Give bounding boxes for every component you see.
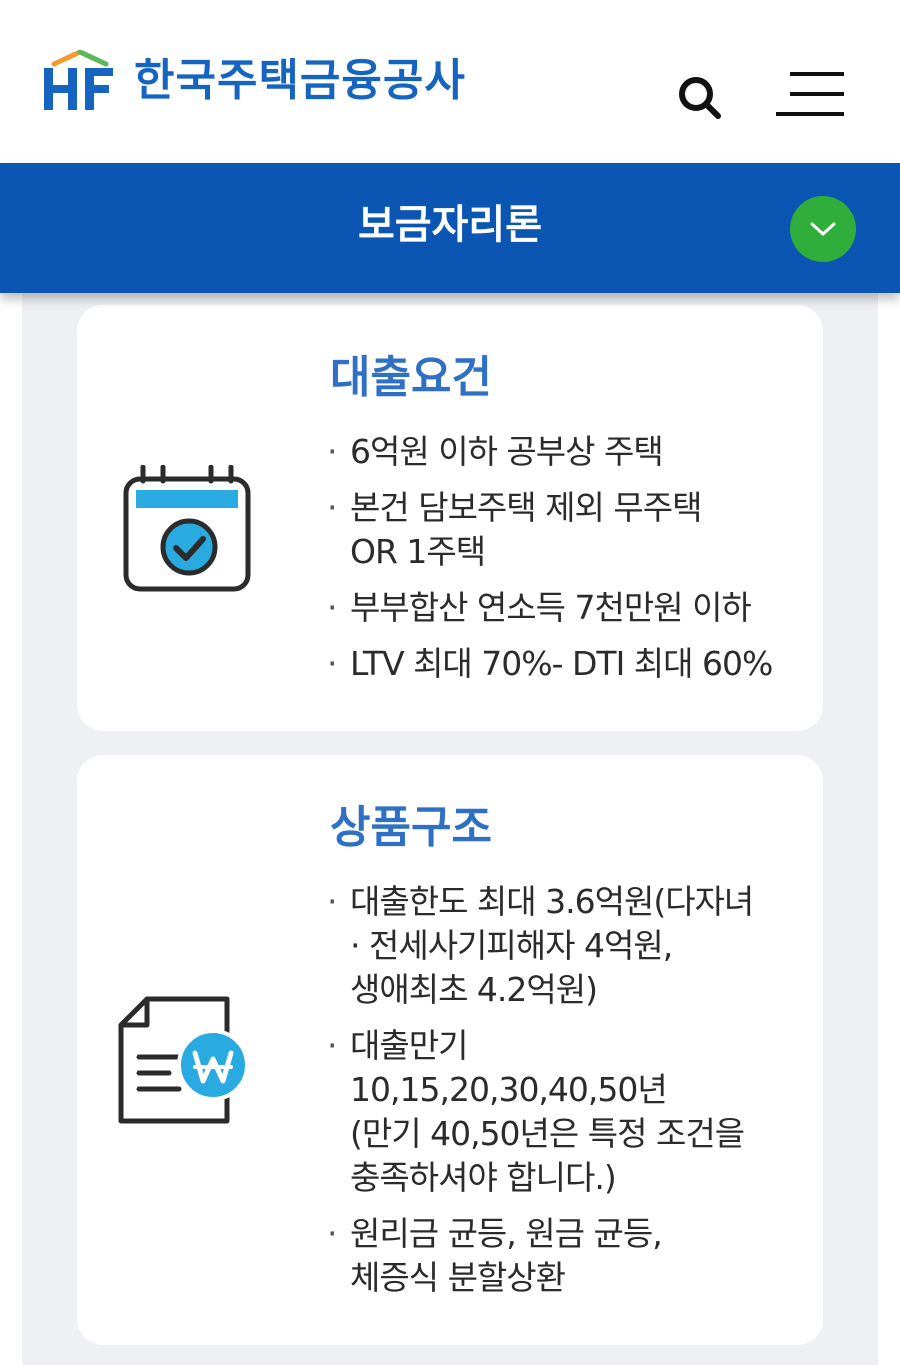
section-dropdown-button[interactable]: [790, 196, 856, 262]
app-header: HF 한국주택금융공사: [0, 0, 900, 163]
list-item: 대출한도 최대 3.6억원(다자녀 · 전세사기피해자 4억원, 생애최초 4.…: [325, 880, 795, 1012]
card-loan-requirements: 대출요건 6억원 이하 공부상 주택 본건 담보주택 제외 무주택 OR 1주택…: [77, 305, 823, 731]
org-name: 한국주택금융공사: [134, 55, 466, 106]
list-item-text: 부부합산 연소득 7천만원 이하: [350, 588, 752, 627]
hamburger-menu-icon: [776, 72, 844, 116]
list-item-text: 생애최초 4.2억원): [350, 970, 598, 1009]
list-item: 본건 담보주택 제외 무주택 OR 1주택: [325, 486, 795, 574]
section-bar: 보금자리론: [0, 163, 900, 293]
list-item-text: 6억원 이하 공부상 주택: [350, 432, 664, 471]
list-item-text: LTV 최대 70%- DTI 최대 60%: [350, 644, 773, 683]
list-item-text: 원리금 균등, 원금 균등,: [350, 1214, 663, 1253]
product-structure-list: 대출한도 최대 3.6억원(다자녀 · 전세사기피해자 4억원, 생애최초 4.…: [325, 880, 795, 1312]
card-title: 대출요건: [330, 352, 492, 403]
card-product-structure: 상품구조 대출한도 최대 3.6억원(다자녀 · 전세사기피해자 4억원, 생애…: [77, 755, 823, 1345]
requirements-list: 6억원 이하 공부상 주택 본건 담보주택 제외 무주택 OR 1주택 부부합산…: [325, 430, 795, 698]
card-title: 상품구조: [330, 802, 492, 853]
list-item: LTV 최대 70%- DTI 최대 60%: [325, 642, 795, 686]
list-item-text: 대출만기: [350, 1026, 468, 1065]
list-item-text: 본건 담보주택 제외 무주택: [350, 488, 702, 527]
search-button[interactable]: [672, 70, 728, 126]
menu-button[interactable]: [774, 66, 848, 122]
search-icon: [679, 77, 721, 119]
list-item-text: OR 1주택: [350, 532, 486, 571]
list-item: 6억원 이하 공부상 주택: [325, 430, 795, 474]
document-won-icon: [117, 995, 251, 1131]
list-item-text: 충족하셔야 합니다.): [350, 1158, 617, 1197]
list-item-text: 10,15,20,30,40,50년: [350, 1070, 668, 1109]
list-item-text: (만기 40,50년은 특정 조건을: [350, 1114, 745, 1153]
content-area: 대출요건 6억원 이하 공부상 주택 본건 담보주택 제외 무주택 OR 1주택…: [22, 293, 878, 1365]
list-item-text: 대출한도 최대 3.6억원(다자녀: [350, 882, 754, 921]
list-item-text: 체증식 분할상환: [350, 1258, 566, 1297]
list-item-text: · 전세사기피해자 4억원,: [350, 926, 673, 965]
chevron-down-icon: [810, 222, 836, 236]
list-item: 부부합산 연소득 7천만원 이하: [325, 586, 795, 630]
calendar-check-icon: [121, 464, 255, 595]
hf-logo-mark: HF: [40, 50, 118, 112]
list-item: 원리금 균등, 원금 균등, 체증식 분할상환: [325, 1212, 795, 1300]
hf-logo[interactable]: HF 한국주택금융공사: [40, 50, 466, 112]
list-item: 대출만기 10,15,20,30,40,50년 (만기 40,50년은 특정 조…: [325, 1024, 795, 1200]
section-title: 보금자리론: [358, 202, 542, 248]
